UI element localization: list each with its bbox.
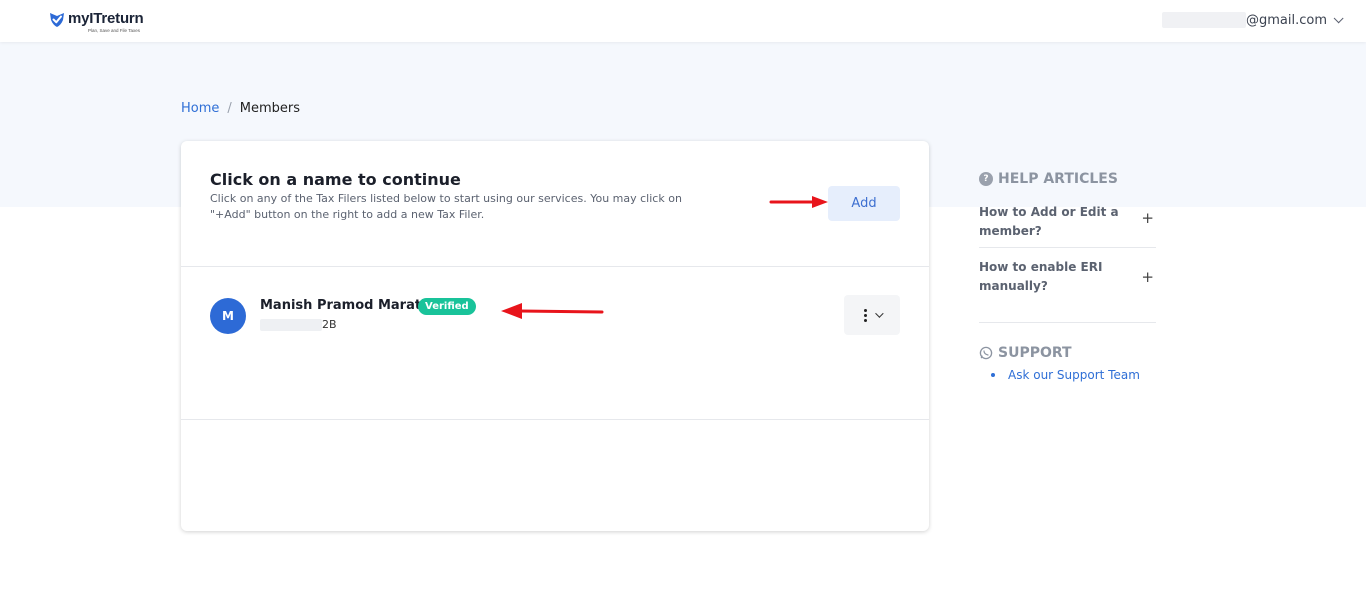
- whatsapp-icon: [979, 346, 993, 360]
- breadcrumb-current: Members: [239, 101, 301, 116]
- plus-icon: +: [1141, 268, 1154, 286]
- list-bullet: [991, 373, 995, 377]
- help-article-enable-eri[interactable]: How to enable ERI manually? +: [979, 248, 1156, 323]
- help-article-label: How to enable ERI manually?: [979, 260, 1103, 293]
- chevron-down-icon: [874, 309, 884, 318]
- verified-badge: Verified: [418, 298, 476, 315]
- support-list: Ask our Support Team: [979, 368, 1156, 382]
- email-redaction: [1161, 12, 1246, 28]
- member-actions-button[interactable]: [844, 295, 900, 335]
- chevron-down-icon: [1333, 12, 1344, 23]
- member-list-item[interactable]: M Manish Pramod Marathe Verified 2B: [181, 267, 929, 420]
- annotation-arrow-right: [769, 196, 828, 208]
- top-navbar: myITreturn Plan, Save and File Taxes @gm…: [0, 0, 1366, 42]
- page-title: Click on a name to continue: [210, 170, 461, 189]
- support-heading: SUPPORT: [979, 344, 1156, 362]
- more-vertical-icon: [863, 308, 867, 322]
- member-name[interactable]: Manish Pramod Marathe: [260, 298, 439, 313]
- help-article-label: How to Add or Edit a member?: [979, 205, 1119, 238]
- member-id: 2B: [260, 318, 337, 331]
- plus-icon: +: [1141, 209, 1154, 227]
- breadcrumb-home-link[interactable]: Home: [181, 101, 219, 116]
- avatar: M: [210, 298, 246, 334]
- help-articles-heading: ? HELP ARTICLES: [979, 170, 1156, 188]
- page-description: Click on any of the Tax Filers listed be…: [210, 192, 682, 221]
- brand-logo[interactable]: myITreturn Plan, Save and File Taxes: [48, 10, 144, 34]
- help-question-icon: ?: [979, 172, 993, 186]
- id-redaction: [260, 318, 322, 331]
- account-email: @gmail.com: [1245, 12, 1327, 28]
- member-id-suffix: 2B: [322, 318, 337, 331]
- breadcrumb-separator: /: [227, 101, 232, 116]
- logo-name: myITreturn: [68, 10, 144, 27]
- support-team-link[interactable]: Ask our Support Team: [1008, 368, 1140, 382]
- logo-tagline: Plan, Save and File Taxes: [88, 28, 140, 33]
- shield-check-icon: [50, 13, 64, 27]
- breadcrumb: Home / Members: [181, 101, 300, 116]
- support-title: SUPPORT: [998, 345, 1072, 361]
- help-article-add-edit-member[interactable]: How to Add or Edit a member? +: [979, 188, 1156, 248]
- help-articles-panel: ? HELP ARTICLES How to Add or Edit a mem…: [979, 170, 1156, 323]
- support-panel: SUPPORT Ask our Support Team: [979, 344, 1156, 382]
- annotation-arrow-left: [501, 303, 604, 319]
- add-member-button[interactable]: Add: [828, 186, 900, 221]
- help-articles-title: HELP ARTICLES: [998, 171, 1118, 187]
- account-menu[interactable]: @gmail.com: [1161, 12, 1344, 28]
